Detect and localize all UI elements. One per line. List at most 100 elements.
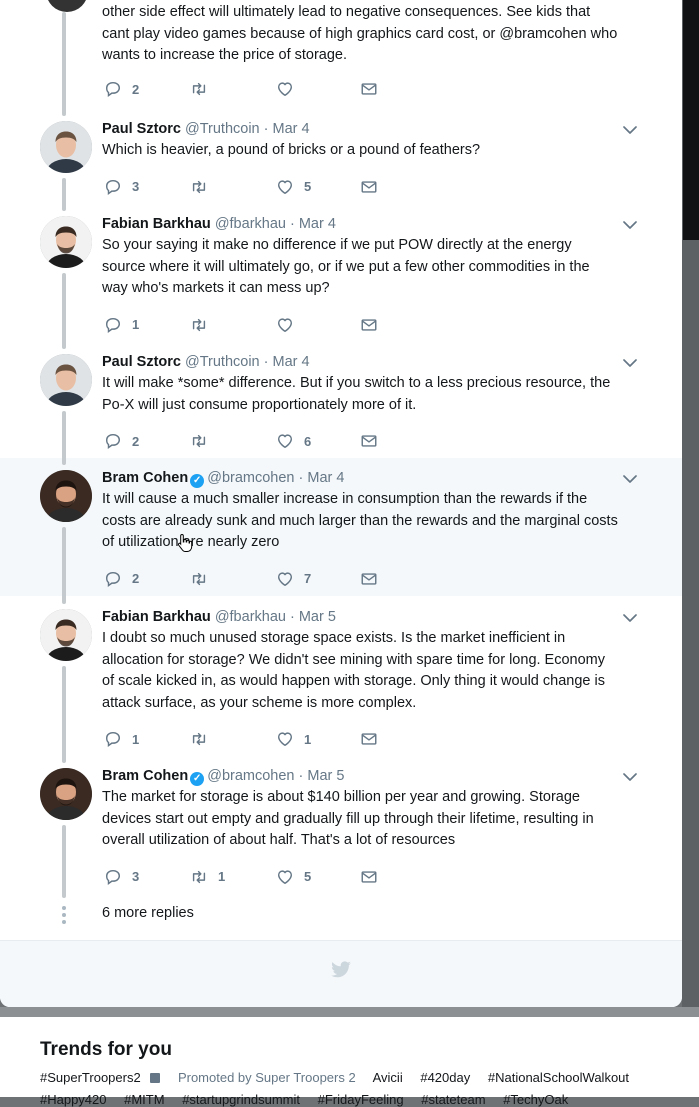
direct-message-button[interactable]: [360, 430, 378, 452]
author-handle[interactable]: @bramcohen: [207, 768, 294, 784]
tweet-header: Fabian Barkhau @fbarkhau · Mar 5: [102, 608, 336, 626]
author-name[interactable]: Paul Sztorc: [102, 121, 181, 137]
like-icon: [277, 434, 293, 449]
like-count: 5: [304, 179, 312, 194]
trend-link[interactable]: #FridayFeeling: [318, 1092, 404, 1107]
retweet-icon: [192, 82, 206, 96]
retweet-button[interactable]: [190, 176, 218, 198]
like-button[interactable]: 5: [276, 176, 311, 198]
tweet-date[interactable]: · Mar 4: [264, 121, 310, 137]
like-button[interactable]: [276, 314, 304, 336]
tweet-date[interactable]: · Mar 4: [264, 354, 310, 370]
reply-count: 2: [132, 571, 140, 586]
reply-button[interactable]: 2: [104, 430, 139, 452]
reply-button[interactable]: 1: [104, 728, 139, 750]
tweet-text-line: source where it will ultimately go, or i…: [102, 258, 590, 275]
trend-link[interactable]: #MITM: [124, 1092, 164, 1107]
retweet-count: 1: [218, 869, 226, 884]
author-name[interactable]: Paul Sztorc: [102, 354, 181, 370]
trend-link[interactable]: #420day: [420, 1070, 470, 1085]
retweet-button[interactable]: [190, 314, 218, 336]
avatar[interactable]: [46, 0, 88, 12]
trend-link[interactable]: #stateteam: [421, 1092, 485, 1107]
like-button[interactable]: 6: [276, 430, 311, 452]
chevron-down-icon[interactable]: [622, 771, 638, 783]
reply-button[interactable]: 1: [104, 314, 139, 336]
author-handle[interactable]: @Truthcoin: [185, 354, 260, 370]
retweet-button[interactable]: [190, 568, 218, 590]
like-button[interactable]: [276, 78, 304, 100]
author-handle[interactable]: @Truthcoin: [185, 121, 260, 137]
author-name[interactable]: Bram Cohen: [102, 768, 188, 784]
retweet-icon: [192, 870, 206, 883]
direct-message-button[interactable]: [360, 728, 378, 750]
promoted-icon: [150, 1073, 161, 1083]
retweet-button[interactable]: 1: [190, 866, 225, 888]
like-icon: [277, 82, 293, 97]
like-icon: [277, 869, 293, 884]
retweet-button[interactable]: [190, 78, 218, 100]
chevron-down-icon[interactable]: [622, 473, 638, 485]
reply-button[interactable]: 3: [104, 866, 139, 888]
avatar[interactable]: [40, 354, 92, 406]
avatar[interactable]: [40, 609, 92, 661]
avatar[interactable]: [40, 768, 92, 820]
like-button[interactable]: 5: [276, 866, 311, 888]
direct-message-button[interactable]: [360, 568, 378, 590]
reply-button[interactable]: 2: [104, 78, 139, 100]
author-handle[interactable]: @bramcohen: [207, 470, 294, 486]
tweet-text-line: It will make *some* difference. But if y…: [102, 375, 611, 391]
chevron-down-icon[interactable]: [622, 357, 638, 369]
trends-row: #SuperTroopers2 Promoted by Super Troope…: [40, 1070, 643, 1085]
tweet-date[interactable]: · Mar 4: [299, 470, 345, 486]
reply-button[interactable]: 2: [104, 568, 139, 590]
like-button[interactable]: 1: [276, 728, 311, 750]
trend-link[interactable]: #TechyOak: [503, 1092, 568, 1107]
trend-link[interactable]: #Happy420: [40, 1092, 107, 1107]
author-handle[interactable]: @fbarkhau: [215, 216, 286, 232]
message-icon: [361, 180, 377, 193]
avatar[interactable]: [40, 121, 92, 173]
retweet-icon: [192, 180, 206, 193]
tweet-header: Paul Sztorc @Truthcoin · Mar 4: [102, 120, 310, 138]
direct-message-button[interactable]: [360, 176, 378, 198]
author-name[interactable]: Fabian Barkhau: [102, 609, 211, 625]
avatar[interactable]: [40, 216, 92, 268]
trend-link[interactable]: Avicii: [373, 1070, 403, 1085]
thread-connector: [62, 825, 66, 898]
author-handle[interactable]: @fbarkhau: [215, 609, 286, 625]
direct-message-button[interactable]: [360, 866, 378, 888]
chevron-down-icon[interactable]: [622, 612, 638, 624]
retweet-button[interactable]: [190, 430, 218, 452]
avatar[interactable]: [40, 470, 92, 522]
author-name[interactable]: Fabian Barkhau: [102, 216, 211, 232]
tweet-date[interactable]: · Mar 5: [299, 768, 345, 784]
trend-link[interactable]: #NationalSchoolWalkout: [488, 1070, 629, 1085]
modal-backdrop[interactable]: [0, 1007, 699, 1017]
reply-icon: [105, 731, 121, 747]
reply-button[interactable]: 3: [104, 176, 139, 198]
retweet-button[interactable]: [190, 728, 218, 750]
like-button[interactable]: 7: [276, 568, 311, 590]
direct-message-button[interactable]: [360, 314, 378, 336]
chevron-down-icon[interactable]: [622, 219, 638, 231]
trend-link[interactable]: #SuperTroopers2: [40, 1070, 141, 1085]
twitter-bird-icon: [331, 961, 351, 978]
tweet-date[interactable]: · Mar 5: [290, 609, 336, 625]
author-name[interactable]: Bram Cohen: [102, 470, 188, 486]
like-icon: [277, 571, 293, 586]
tweet-text-line: So your saying it make no difference if …: [102, 237, 572, 253]
like-count: 7: [304, 571, 312, 586]
retweet-icon: [192, 732, 206, 746]
thread-connector: [62, 178, 66, 211]
more-replies-link[interactable]: 6 more replies: [102, 905, 194, 921]
trend-promoted-label[interactable]: Promoted by Super Troopers 2: [178, 1070, 356, 1085]
chevron-down-icon[interactable]: [622, 124, 638, 136]
direct-message-button[interactable]: [360, 78, 378, 100]
conversation-modal: other side effect will ultimately lead t…: [0, 0, 682, 1007]
trend-link[interactable]: #startupgrindsummit: [182, 1092, 300, 1107]
reply-icon: [105, 869, 121, 885]
tweet-text-line: Which is heavier, a pound of bricks or a…: [102, 142, 481, 158]
tweet-date[interactable]: · Mar 4: [290, 216, 336, 232]
scrollbar-thumb[interactable]: [683, 0, 699, 240]
